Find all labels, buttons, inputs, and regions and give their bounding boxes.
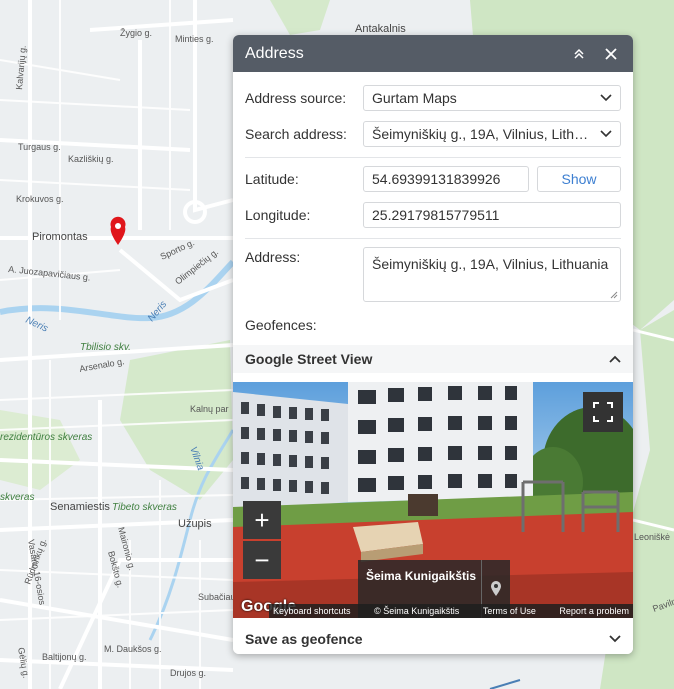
geofences-label: Geofences: (245, 317, 317, 333)
address-source-select[interactable]: Gurtam Maps (363, 85, 621, 111)
close-icon[interactable] (601, 44, 621, 64)
address-row: Address: Šeimyniškių g., 19A, Vilnius, L… (245, 247, 621, 302)
map-label-tibeto: Tibeto skveras (112, 502, 177, 513)
map-label-kazliskiu: Kazliškių g. (68, 154, 114, 164)
address-label: Address: (245, 249, 301, 265)
map-label-drujos: Drujos g. (170, 668, 206, 678)
search-address-select[interactable]: Šeimyniškių g., 19A, Vilnius, Lithuania (363, 121, 621, 147)
latitude-row: Latitude: 54.69399131839926 Show (245, 166, 621, 192)
address-panel: Address Address source: Gurtam Maps Sear… (233, 35, 633, 654)
map-label-baltijonu: Baltijonų g. (42, 652, 87, 662)
search-address-label: Search address: (245, 126, 347, 142)
latitude-label: Latitude: (245, 171, 299, 187)
longitude-row: Longitude: 25.29179815779511 (245, 202, 621, 228)
address-source-value: Gurtam Maps (372, 90, 457, 106)
street-view-title: Google Street View (245, 351, 373, 367)
map-label-kalnu: Kalnų par (190, 404, 229, 414)
longitude-label: Longitude: (245, 207, 311, 223)
chevron-down-icon (600, 130, 612, 138)
latitude-input[interactable]: 54.69399131839926 (363, 166, 529, 192)
divider (245, 238, 621, 239)
street-view-section-header[interactable]: Google Street View (233, 345, 633, 373)
map-label-minties: Minties g. (175, 34, 214, 44)
panel-title: Address (245, 44, 304, 62)
chevron-up-icon (609, 355, 621, 363)
show-button[interactable]: Show (537, 166, 621, 192)
panel-header: Address (233, 35, 633, 72)
map-label-zygio: Žygio g. (120, 28, 152, 38)
terms-link[interactable]: Terms of Use (483, 606, 536, 616)
address-textarea[interactable]: Šeimyniškių g., 19A, Vilnius, Lithuania (363, 247, 621, 302)
map-label-uzupis: Užupis (178, 518, 212, 530)
search-address-row: Search address: Šeimyniškių g., 19A, Vil… (245, 121, 621, 147)
longitude-input[interactable]: 25.29179815779511 (363, 202, 621, 228)
map-label-turgaus: Turgaus g. (18, 142, 61, 152)
map-label-antakalnis: Antakalnis (355, 23, 406, 35)
chevron-down-icon (609, 635, 621, 643)
map-label-piromontas: Piromontas (32, 231, 88, 243)
resize-handle-icon[interactable] (610, 291, 618, 299)
address-source-label: Address source: (245, 90, 347, 106)
place-name: Šeima Kunigaikštis (366, 569, 477, 583)
fullscreen-icon[interactable] (583, 392, 623, 432)
keyboard-shortcuts-link[interactable]: Keyboard shortcuts (273, 606, 351, 616)
save-geofence-section-header[interactable]: Save as geofence (233, 624, 633, 654)
address-textarea-value: Šeimyniškių g., 19A, Vilnius, Lithuania (372, 256, 609, 272)
map-label-krokuvos: Krokuvos g. (16, 194, 64, 204)
street-view-footer: Keyboard shortcuts © Šeima Kunigaikštis … (269, 604, 633, 618)
geofences-row: Geofences: (245, 317, 621, 333)
address-source-row: Address source: Gurtam Maps (245, 85, 621, 111)
copyright-text: © Šeima Kunigaikštis (374, 606, 460, 616)
map-label-dauksos: M. Daukšos g. (104, 644, 162, 654)
divider (245, 157, 621, 158)
map-label-senamiestis: Senamiestis (50, 501, 110, 513)
search-address-value: Šeimyniškių g., 19A, Vilnius, Lithuania (372, 126, 594, 142)
report-problem-link[interactable]: Report a problem (559, 606, 629, 616)
chevron-down-icon (600, 94, 612, 102)
map-label-leoniskes: Leoniškė (634, 532, 670, 542)
zoom-in-button[interactable]: + (243, 501, 281, 539)
map-label-tbilisio: Tbilisio skv. (80, 342, 131, 353)
map-label-skveras: skveras (0, 492, 34, 503)
collapse-icon[interactable] (569, 44, 589, 64)
map-label-rezidenturos: rezidentūros skveras (0, 432, 92, 443)
street-view-image[interactable]: + − Šeima Kunigaikštis Google Keyboard s… (233, 382, 633, 618)
zoom-out-button[interactable]: − (243, 541, 281, 579)
save-geofence-title: Save as geofence (245, 631, 363, 647)
